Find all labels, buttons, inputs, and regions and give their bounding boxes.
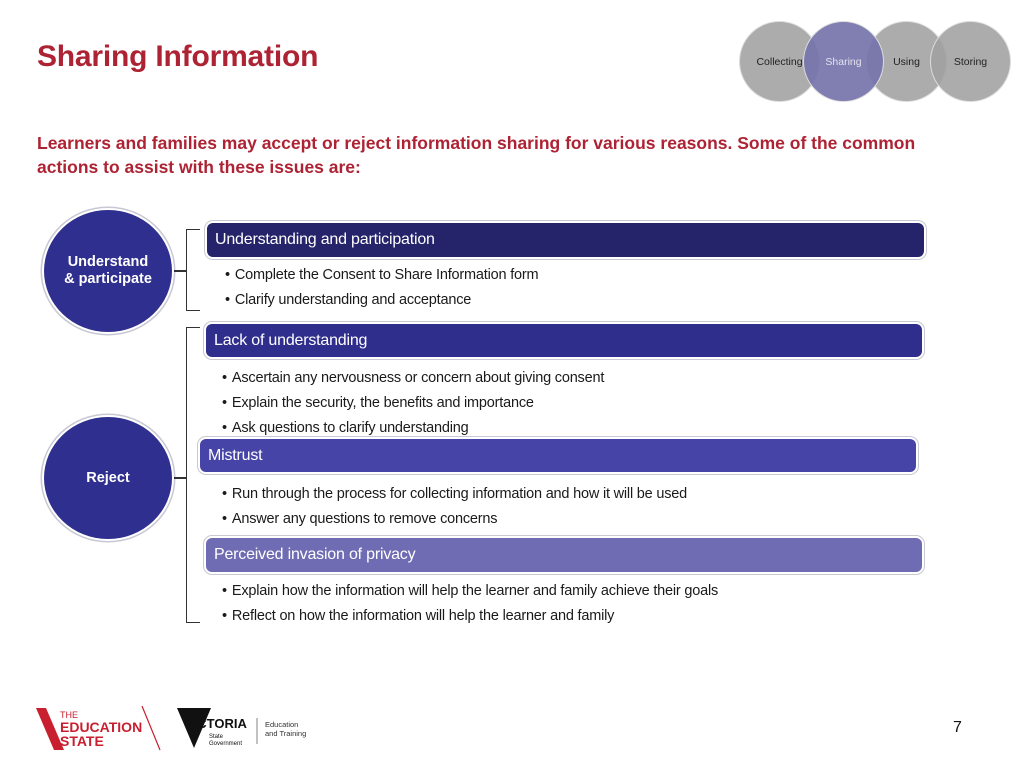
bullet-item: Answer any questions to remove concerns — [222, 507, 687, 532]
section-header-understanding: Understanding and participation — [207, 223, 924, 257]
stage-label: Using — [893, 55, 920, 68]
section-header-privacy: Perceived invasion of privacy — [206, 538, 922, 572]
stage-storing: Storing — [930, 21, 1011, 102]
page-number: 7 — [953, 719, 962, 736]
section-header-mistrust: Mistrust — [200, 439, 916, 472]
category-label-line1: Understand — [67, 254, 149, 270]
connector-line — [174, 477, 186, 479]
logo-text-state: State — [209, 734, 224, 740]
bullet-item: Clarify understanding and acceptance — [225, 288, 538, 313]
bullet-item: Explain the security, the benefits and i… — [222, 391, 604, 416]
category-understand-participate: Understand & participate — [42, 208, 174, 334]
bullet-item: Reflect on how the information will help… — [222, 604, 718, 629]
stage-label: Sharing — [825, 55, 862, 68]
bullet-list-mistrust: Run through the process for collecting i… — [222, 482, 687, 532]
logo-text-education: Education — [265, 720, 298, 729]
logo-text-training: and Training — [265, 729, 306, 738]
section-header-lack-of-understanding: Lack of understanding — [206, 324, 922, 357]
category-reject: Reject — [42, 415, 174, 541]
logo-diagonal-line — [141, 706, 161, 751]
logo-text-state: STATE — [60, 733, 104, 749]
bullet-list-understanding: Complete the Consent to Share Informatio… — [225, 263, 539, 313]
bullet-list-privacy: Explain how the information will help th… — [222, 579, 718, 629]
logo-text-government: Government — [209, 741, 242, 747]
bracket-understand — [186, 229, 200, 311]
category-label: Reject — [86, 469, 130, 486]
process-stages-diagram: Collecting Using Storing Sharing — [739, 21, 1011, 102]
logo-text-victoria: VICTORIA — [185, 716, 247, 731]
education-state-logo: THE EDUCATION STATE — [36, 706, 161, 751]
bullet-item: Ask questions to clarify understanding — [222, 416, 604, 441]
page-title: Sharing Information — [37, 40, 319, 73]
bullet-item: Complete the Consent to Share Informatio… — [225, 263, 539, 288]
bracket-reject — [186, 327, 200, 623]
bullet-item: Run through the process for collecting i… — [222, 482, 687, 507]
stage-sharing-active: Sharing — [803, 21, 884, 102]
victoria-government-logo: VICTORIA State Government Education and … — [177, 708, 306, 748]
stage-label: Collecting — [756, 55, 803, 68]
stage-label: Storing — [953, 55, 988, 68]
category-label-line2: & participate — [64, 271, 152, 287]
bullet-list-lack-of-understanding: Ascertain any nervousness or concern abo… — [222, 366, 604, 441]
bullet-item: Explain how the information will help th… — [222, 579, 718, 604]
intro-text: Learners and families may accept or reje… — [37, 133, 916, 177]
bullet-item: Ascertain any nervousness or concern abo… — [222, 366, 604, 391]
connector-line — [174, 270, 186, 272]
